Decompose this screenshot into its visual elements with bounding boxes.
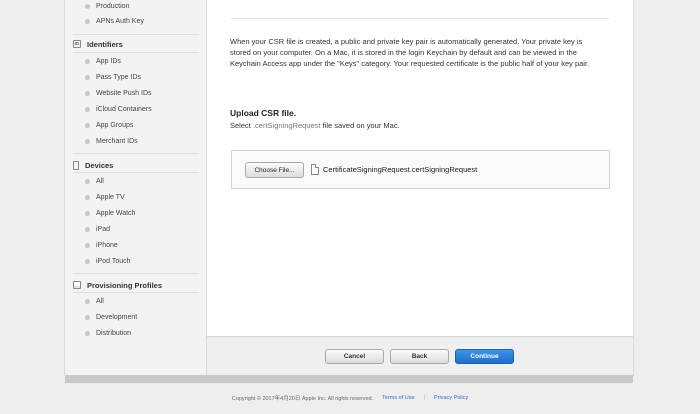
bullet-icon bbox=[85, 242, 90, 248]
sidebar: Production APNs Auth Key ID Identifiers … bbox=[65, 0, 207, 375]
divider bbox=[73, 52, 199, 53]
sidebar-item-label: Merchant IDs bbox=[96, 137, 138, 145]
divider bbox=[231, 18, 609, 19]
divider bbox=[73, 153, 199, 154]
bullet-icon bbox=[85, 106, 90, 112]
sidebar-item-profiles-all[interactable]: All bbox=[85, 295, 104, 307]
cancel-button[interactable]: Cancel bbox=[325, 349, 384, 364]
bullet-icon bbox=[85, 3, 90, 9]
sidebar-item-merchant-ids[interactable]: Merchant IDs bbox=[85, 135, 138, 147]
bullet-icon bbox=[85, 226, 90, 232]
sidebar-item-label: Development bbox=[96, 313, 138, 321]
bullet-icon bbox=[85, 258, 90, 264]
sidebar-item-label: iCloud Containers bbox=[96, 105, 152, 113]
choose-file-button[interactable]: Choose File... bbox=[245, 162, 304, 178]
bullet-icon bbox=[85, 314, 90, 320]
file-extension: .certSigningRequest bbox=[252, 121, 321, 130]
bullet-icon bbox=[85, 18, 90, 24]
frame-bottom-bar bbox=[65, 375, 633, 383]
sidebar-item-label: App Groups bbox=[96, 121, 134, 129]
divider bbox=[73, 292, 199, 293]
sidebar-item-pass-type-ids[interactable]: Pass Type IDs bbox=[85, 71, 141, 83]
profile-icon bbox=[73, 281, 81, 289]
sidebar-item-app-ids[interactable]: App IDs bbox=[85, 55, 121, 67]
sidebar-item-website-push-ids[interactable]: Website Push IDs bbox=[85, 87, 152, 99]
bullet-icon bbox=[85, 138, 90, 144]
bullet-icon bbox=[85, 194, 90, 200]
sidebar-item-label: Distribution bbox=[96, 329, 132, 337]
instruction-prefix: Select bbox=[230, 121, 253, 130]
selected-file-name: CertificateSigningRequest.certSigningReq… bbox=[323, 165, 478, 174]
sidebar-item-icloud-containers[interactable]: iCloud Containers bbox=[85, 103, 152, 115]
terms-of-use-link[interactable]: Terms of Use bbox=[382, 395, 414, 401]
device-icon bbox=[73, 160, 79, 170]
section-title: Provisioning Profiles bbox=[87, 280, 163, 290]
upload-box: Choose File... CertificateSigningRequest… bbox=[231, 150, 610, 189]
main-content: When your CSR file is created, a public … bbox=[207, 0, 633, 336]
sidebar-item-label: App IDs bbox=[96, 57, 121, 65]
bullet-icon bbox=[85, 210, 90, 216]
sidebar-item-label: iPhone bbox=[96, 241, 118, 249]
sidebar-item-label: Pass Type IDs bbox=[96, 73, 142, 81]
bullet-icon bbox=[85, 122, 90, 128]
section-title: Identifiers bbox=[87, 39, 123, 49]
section-provisioning-profiles: Provisioning Profiles bbox=[73, 278, 199, 292]
copyright-text: Copyright © 2017年4月20日 Apple Inc. All ri… bbox=[231, 396, 374, 402]
sidebar-item-production[interactable]: Production bbox=[85, 0, 129, 12]
page-frame: Production APNs Auth Key ID Identifiers … bbox=[65, 0, 633, 375]
sidebar-item-ipod-touch[interactable]: iPod Touch bbox=[85, 255, 131, 267]
divider bbox=[73, 34, 199, 35]
sidebar-item-label: Production bbox=[96, 2, 130, 10]
sidebar-item-label: All bbox=[96, 177, 104, 185]
privacy-policy-link[interactable]: Privacy Policy bbox=[434, 395, 468, 401]
sidebar-item-distribution[interactable]: Distribution bbox=[85, 327, 131, 339]
bullet-icon bbox=[85, 58, 90, 64]
sidebar-item-label: Apple TV bbox=[96, 193, 125, 201]
sidebar-item-label: iPad bbox=[96, 225, 111, 233]
bullet-icon bbox=[85, 298, 90, 304]
sidebar-item-label: All bbox=[96, 297, 104, 305]
upload-title: Upload CSR file. bbox=[230, 108, 297, 118]
action-bar: Cancel Back Continue bbox=[207, 336, 633, 375]
section-devices: Devices bbox=[73, 158, 199, 172]
section-title: Devices bbox=[85, 160, 114, 170]
footer-separator: | bbox=[423, 395, 425, 401]
sidebar-item-app-groups[interactable]: App Groups bbox=[85, 119, 133, 131]
sidebar-item-devices-all[interactable]: All bbox=[85, 175, 104, 187]
sidebar-item-ipad[interactable]: iPad bbox=[85, 223, 110, 235]
back-button[interactable]: Back bbox=[390, 349, 449, 364]
bullet-icon bbox=[85, 330, 90, 336]
upload-instructions: Select .certSigningRequest file saved on… bbox=[230, 121, 400, 130]
instruction-suffix: file saved on your Mac. bbox=[320, 121, 400, 130]
bullet-icon bbox=[85, 90, 90, 96]
bullet-icon bbox=[85, 178, 90, 184]
section-identifiers: ID Identifiers bbox=[73, 37, 199, 51]
document-icon bbox=[311, 164, 319, 175]
continue-button[interactable]: Continue bbox=[455, 349, 514, 364]
divider bbox=[73, 273, 199, 274]
sidebar-item-apple-watch[interactable]: Apple Watch bbox=[85, 207, 135, 219]
sidebar-item-label: Website Push IDs bbox=[96, 89, 152, 97]
id-icon: ID bbox=[73, 40, 81, 48]
sidebar-item-label: iPod Touch bbox=[96, 257, 131, 265]
sidebar-item-label: APNs Auth Key bbox=[96, 17, 144, 25]
sidebar-item-development[interactable]: Development bbox=[85, 311, 137, 323]
sidebar-item-apns-auth-key[interactable]: APNs Auth Key bbox=[85, 15, 144, 27]
csr-description: When your CSR file is created, a public … bbox=[230, 37, 590, 68]
bullet-icon bbox=[85, 74, 90, 80]
sidebar-item-apple-tv[interactable]: Apple TV bbox=[85, 191, 125, 203]
sidebar-item-iphone[interactable]: iPhone bbox=[85, 239, 118, 251]
sidebar-item-label: Apple Watch bbox=[96, 209, 136, 217]
page-footer: Copyright © 2017年4月20日 Apple Inc. All ri… bbox=[0, 394, 700, 402]
divider bbox=[73, 172, 199, 173]
